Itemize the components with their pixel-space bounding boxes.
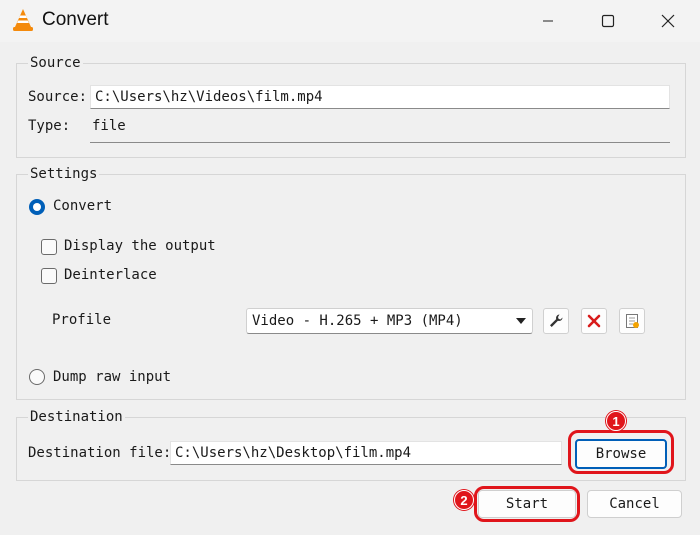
destination-file-label: Destination file: — [28, 445, 172, 461]
minimize-icon — [543, 20, 553, 22]
settings-group — [16, 174, 686, 400]
edit-profile-button[interactable] — [543, 308, 569, 334]
dump-raw-radio[interactable] — [29, 369, 45, 385]
source-group-label: Source — [28, 55, 83, 71]
deinterlace-label: Deinterlace — [64, 267, 157, 283]
minimize-button[interactable] — [520, 0, 576, 42]
close-button[interactable] — [640, 0, 696, 42]
new-profile-button[interactable] — [619, 308, 645, 334]
cancel-button[interactable]: Cancel — [587, 490, 682, 518]
maximize-button[interactable] — [580, 0, 636, 42]
destination-file-input[interactable]: C:\Users\hz\Desktop\film.mp4 — [170, 441, 562, 465]
delete-icon — [587, 314, 601, 328]
maximize-icon — [601, 14, 615, 28]
convert-label: Convert — [53, 198, 113, 214]
destination-group-label: Destination — [28, 409, 125, 425]
window-title: Convert — [42, 9, 109, 30]
close-icon — [661, 14, 675, 28]
profile-select-value: Video - H.265 + MP3 (MP4) — [252, 313, 463, 329]
convert-radio[interactable] — [29, 199, 45, 215]
browse-highlight — [568, 430, 674, 474]
profile-label: Profile — [52, 312, 112, 328]
step-badge-2: 2 — [454, 490, 474, 510]
type-value: file — [92, 118, 126, 134]
deinterlace-checkbox[interactable] — [41, 268, 57, 284]
new-profile-icon — [626, 314, 639, 328]
source-input[interactable]: C:\Users\hz\Videos\film.mp4 — [90, 85, 670, 109]
source-group — [16, 63, 686, 158]
profile-select[interactable]: Video - H.265 + MP3 (MP4) — [246, 308, 533, 334]
dropdown-arrow-icon — [516, 318, 526, 324]
start-highlight — [474, 486, 580, 522]
type-label: Type: — [28, 118, 71, 134]
display-output-label: Display the output — [64, 238, 216, 254]
display-output-checkbox[interactable] — [41, 239, 57, 255]
type-underline — [90, 142, 670, 143]
source-label: Source: — [28, 89, 88, 105]
dump-raw-label: Dump raw input — [53, 369, 172, 385]
vlc-cone-icon — [12, 8, 34, 32]
delete-profile-button[interactable] — [581, 308, 607, 334]
wrench-icon — [550, 314, 563, 327]
settings-group-label: Settings — [28, 166, 100, 182]
title-bar: Convert — [0, 0, 700, 42]
step-badge-1: 1 — [606, 411, 626, 431]
